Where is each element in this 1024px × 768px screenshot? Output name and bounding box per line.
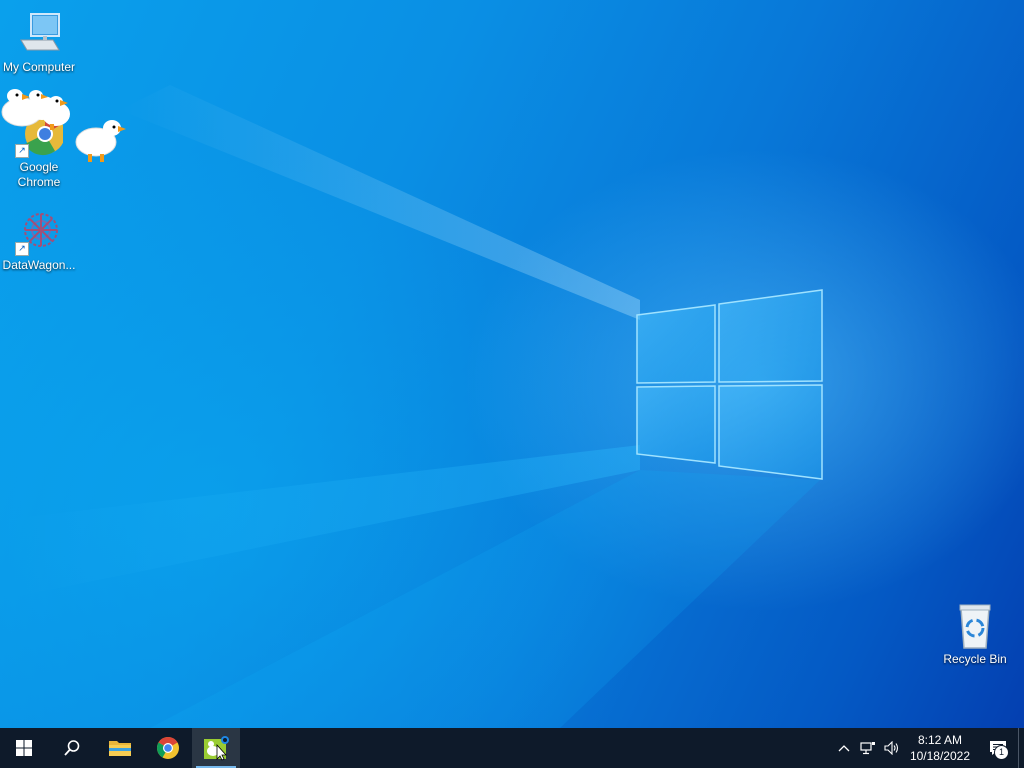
desktop-goose-sprites [1, 89, 126, 162]
desktop-icon-label: Recycle Bin [943, 652, 1007, 666]
show-desktop-button[interactable] [1018, 728, 1024, 768]
notification-count-badge: 1 [994, 745, 1009, 760]
show-hidden-icons-button[interactable] [832, 728, 856, 768]
goose-sprite [75, 120, 126, 162]
taskbar: 8:12 AM 10/18/2022 1 [0, 728, 1024, 768]
computer-icon [15, 10, 63, 58]
clock-date: 10/18/2022 [909, 749, 970, 763]
desktop-icon-label: My Computer [2, 60, 76, 74]
taskbar-file-explorer[interactable] [96, 728, 144, 768]
file-explorer-icon [109, 741, 131, 756]
desktop-icon-recycle-bin[interactable]: Recycle Bin [936, 602, 1014, 667]
recycle-bin-icon [951, 602, 999, 650]
desktop-icon-datawagon[interactable]: ↗ DataWagon... [0, 208, 78, 273]
clock-time: 8:12 AM [917, 733, 962, 747]
shortcut-arrow-icon: ↗ [15, 242, 29, 256]
desktop-icon-label: DataWagon... [2, 258, 76, 272]
volume-icon [884, 741, 898, 755]
desktop-goose-icon [204, 736, 229, 761]
desktop-wallpaper [0, 0, 1024, 728]
clock-button[interactable]: 8:12 AM 10/18/2022 [904, 732, 978, 764]
search-icon [64, 740, 80, 756]
chrome-icon [157, 737, 179, 759]
start-icon [16, 740, 32, 756]
network-button[interactable] [856, 728, 880, 768]
windows-logo-wallpaper [0, 85, 823, 728]
action-center-button[interactable]: 1 [978, 728, 1018, 768]
network-icon [860, 742, 875, 755]
taskbar-desktop-goose[interactable] [192, 728, 240, 768]
datawagon-icon: ↗ [15, 208, 63, 256]
search-button[interactable] [48, 728, 96, 768]
taskbar-chrome[interactable] [144, 728, 192, 768]
desktop-icon-label: Google Chrome [17, 160, 61, 189]
system-tray: 8:12 AM 10/18/2022 1 [832, 728, 1024, 768]
start-button[interactable] [0, 728, 48, 768]
desktop-icon-my-computer[interactable]: My Computer [0, 10, 78, 75]
volume-button[interactable] [880, 728, 904, 768]
chevron-up-icon [838, 745, 850, 752]
